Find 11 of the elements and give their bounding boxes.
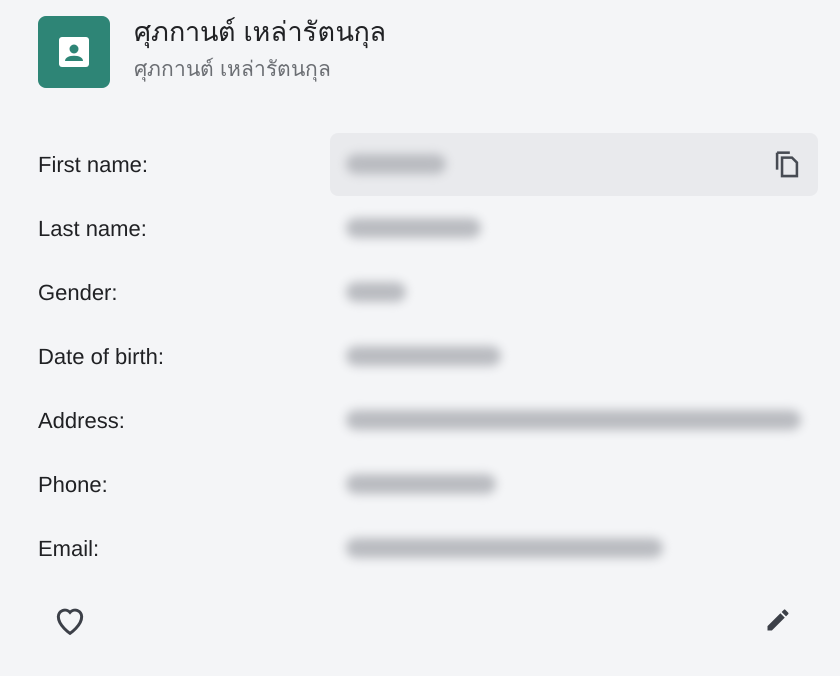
field-value-row[interactable]: [330, 132, 818, 196]
field-label: First name:: [38, 150, 150, 178]
field-label: Phone:: [38, 470, 109, 498]
contact-name: ศุภกานต์ เหล่ารัตนกุล: [134, 16, 387, 48]
contact-subtitle: ศุภกานต์ เหล่ารัตนกุล: [134, 56, 332, 84]
contact-card-icon: [56, 34, 92, 70]
field-label: Address:: [38, 406, 126, 434]
field-label: Date of birth:: [38, 342, 165, 370]
field-label: Email:: [38, 534, 100, 562]
field-label: Gender:: [38, 278, 118, 306]
field-label: Last name:: [38, 214, 148, 242]
